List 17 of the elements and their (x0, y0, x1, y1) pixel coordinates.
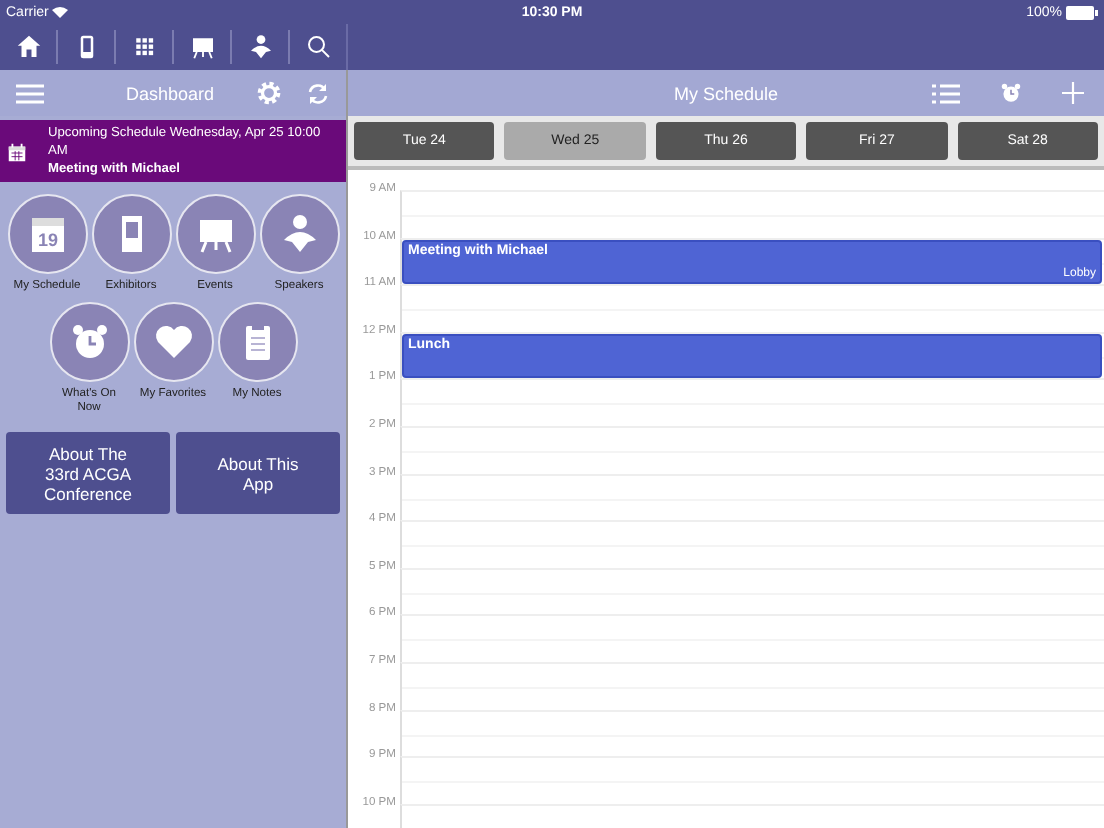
settings-icon[interactable] (256, 80, 282, 106)
refresh-icon[interactable] (306, 81, 330, 105)
about-button[interactable]: About This App (176, 432, 340, 514)
schedule-title: My Schedule (673, 83, 779, 103)
battery-icon (1066, 5, 1098, 19)
about-button[interactable]: About The 33rd ACGA Conference (6, 432, 170, 514)
dashboard-title: Dashboard (123, 83, 217, 103)
add-icon[interactable] (1062, 82, 1084, 104)
wifi-icon (52, 6, 69, 18)
search-icon (303, 32, 333, 62)
alarm-clock-icon[interactable] (998, 80, 1024, 106)
home-icon (13, 32, 43, 62)
person-icon (245, 32, 275, 62)
easel-icon (187, 32, 217, 62)
menu-icon[interactable] (16, 83, 44, 103)
calendar-icon (6, 142, 28, 164)
list-icon[interactable] (932, 83, 960, 103)
